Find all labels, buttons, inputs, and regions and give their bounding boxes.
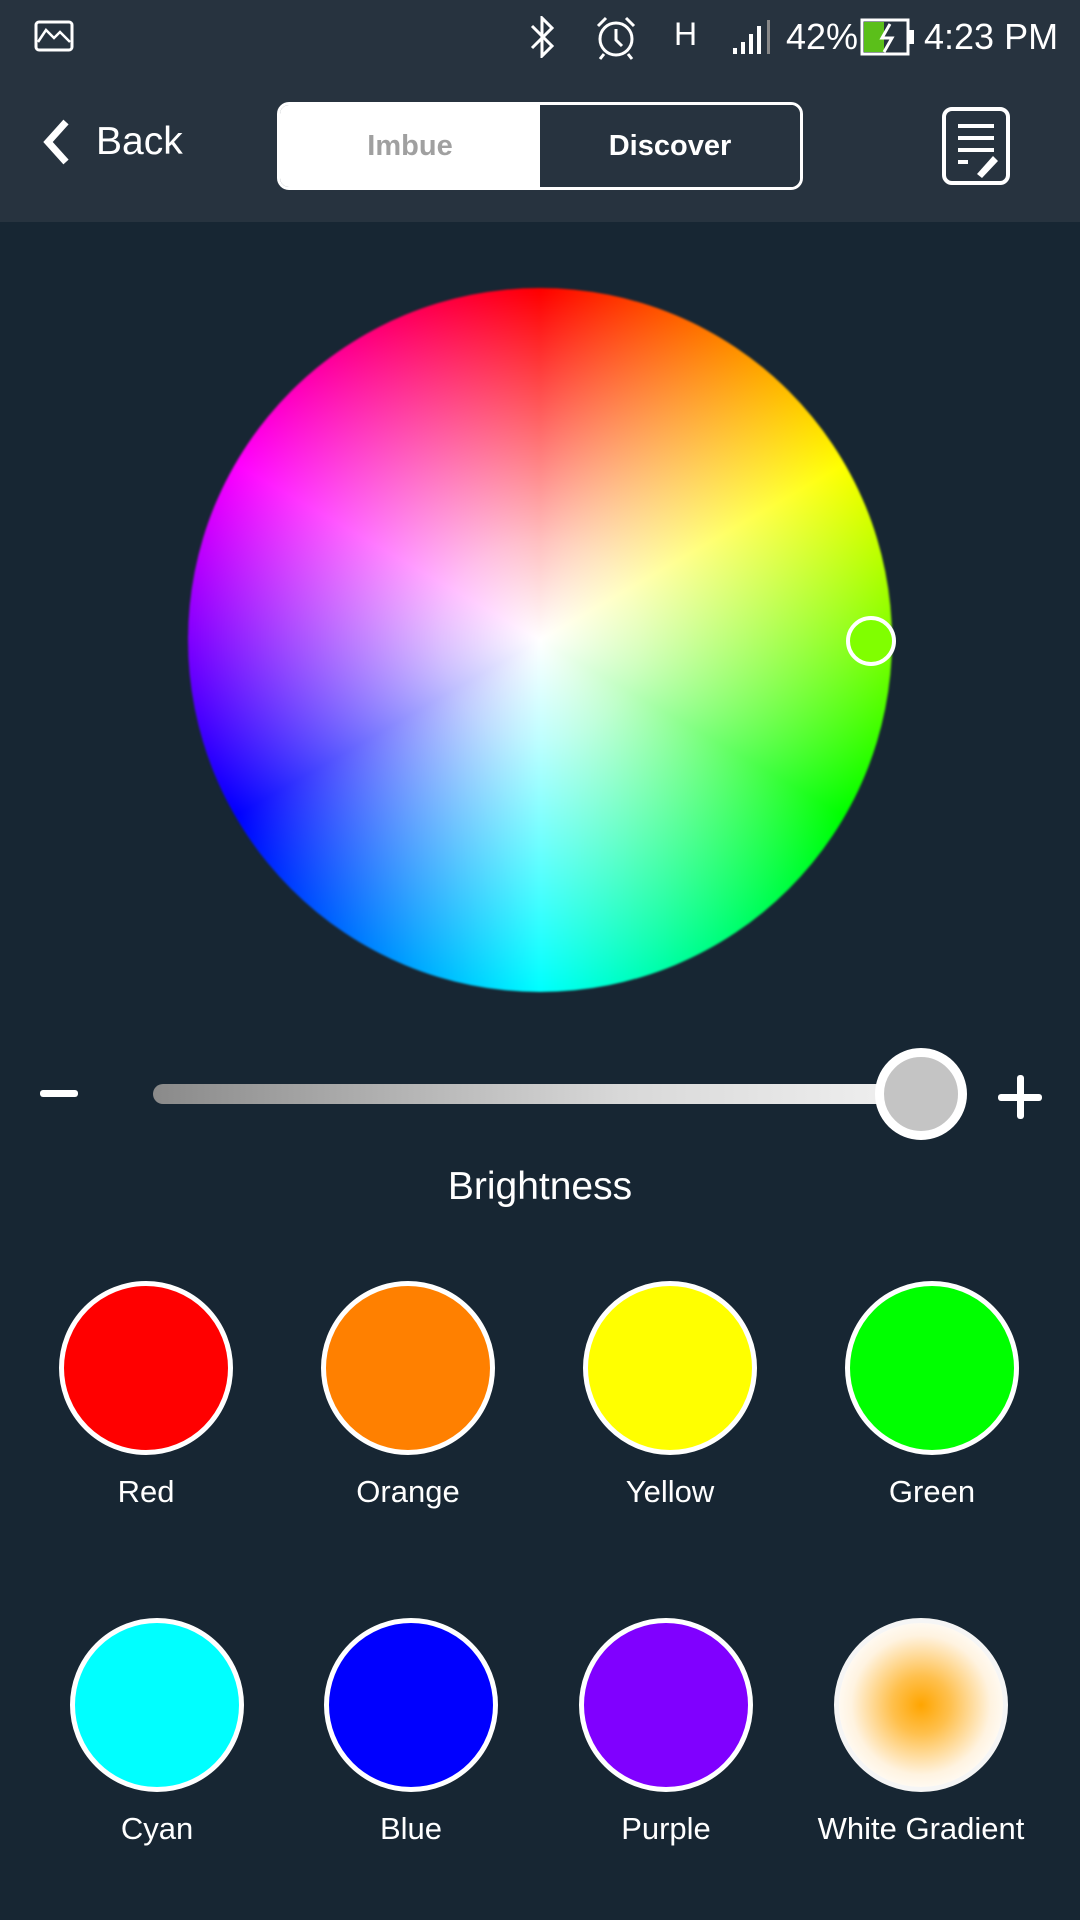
tab-imbue[interactable]: Imbue [280,105,540,187]
back-label: Back [96,120,183,163]
brightness-slider-track[interactable] [153,1084,933,1104]
color-wheel-selector[interactable] [846,616,896,666]
signal-icon [733,20,770,54]
preset-red-swatch[interactable] [59,1281,233,1455]
plus-icon[interactable] [998,1075,1042,1119]
preset-white-gradient-label: White Gradient [817,1811,1025,1846]
color-wheel[interactable] [188,288,892,992]
preset-cyan-swatch[interactable] [70,1618,244,1792]
preset-red-label: Red [117,1474,175,1509]
preset-purple-label: Purple [621,1811,711,1846]
brightness-slider-thumb[interactable] [875,1048,968,1140]
preset-orange-swatch[interactable] [321,1281,495,1455]
back-button[interactable]: Back [40,118,183,166]
minus-icon[interactable] [40,1090,78,1097]
preset-cyan-label: Cyan [120,1811,194,1846]
brightness-label: Brightness [447,1165,633,1208]
bluetooth-icon [530,16,555,58]
preset-yellow-label: Yellow [625,1474,715,1509]
preset-blue-label: Blue [379,1811,443,1846]
mode-segmented-control: Imbue Discover [277,102,803,190]
alarm-icon [596,16,636,60]
battery-percent: 42% [786,16,859,57]
tab-discover[interactable]: Discover [540,105,800,187]
chevron-left-icon [43,119,69,165]
preset-yellow-swatch[interactable] [583,1281,757,1455]
preset-green-swatch[interactable] [845,1281,1019,1455]
battery-charging-icon [860,18,914,56]
notes-edit-icon[interactable] [941,106,1013,186]
clock: 4:23 PM [924,16,1059,57]
network-h-icon: H [674,16,698,52]
preset-orange-label: Orange [356,1474,460,1509]
preset-green-label: Green [888,1474,976,1509]
status-bar: H 42% 4:23 PM [0,0,1080,72]
gallery-icon [34,20,74,52]
preset-blue-swatch[interactable] [324,1618,498,1792]
preset-white-gradient-swatch[interactable] [834,1618,1008,1792]
preset-purple-swatch[interactable] [579,1618,753,1792]
